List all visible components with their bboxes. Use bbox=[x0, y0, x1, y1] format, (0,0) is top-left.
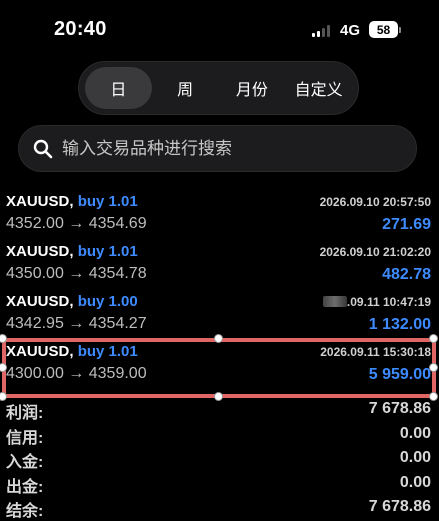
trade-prices: 4350.00 → 4354.78 bbox=[6, 265, 147, 282]
trade-time: 2026.09.10 21:02:20 bbox=[319, 245, 431, 259]
trade-symbol: XAUUSD, buy 1.00 bbox=[6, 293, 138, 310]
tab-month[interactable]: 月份 bbox=[219, 67, 286, 109]
trade-profit: 1 132.00 bbox=[368, 316, 431, 333]
summary-label: 结余: bbox=[6, 503, 44, 520]
trade-side: buy 1.01 bbox=[77, 193, 138, 210]
trade-row[interactable]: XAUUSD, buy 1.01 2026.09.10 20:57:50 435… bbox=[0, 190, 439, 240]
summary-label: 出金: bbox=[6, 478, 44, 496]
summary-label: 信用: bbox=[6, 429, 44, 447]
tab-week[interactable]: 周 bbox=[152, 67, 219, 109]
trade-time: 2026.09.11 15:30:18 bbox=[320, 345, 431, 359]
summary-value: 0.00 bbox=[399, 424, 431, 442]
summary-label: 利润: bbox=[6, 405, 44, 422]
status-bar: 20:40 4G 58 bbox=[0, 0, 439, 60]
trade-list: XAUUSD, buy 1.01 2026.09.10 20:57:50 435… bbox=[0, 190, 439, 390]
trade-time: 2026.09.10 20:57:50 bbox=[319, 195, 431, 209]
summary-value: 7 678.86 bbox=[368, 400, 431, 417]
trade-symbol: XAUUSD, buy 1.01 bbox=[6, 193, 138, 210]
period-selector: 日 周 月份 自定义 bbox=[78, 61, 359, 115]
network-type: 4G bbox=[340, 22, 361, 39]
resize-handle[interactable] bbox=[429, 334, 438, 343]
resize-handle[interactable] bbox=[214, 334, 223, 343]
summary-withdrawal: 出金: 0.00 bbox=[0, 472, 439, 497]
trade-prices: 4300.00 → 4359.00 bbox=[6, 365, 147, 382]
cellular-signal-icon bbox=[312, 24, 334, 37]
redaction-mark bbox=[322, 296, 347, 307]
search-icon bbox=[33, 139, 53, 158]
trade-profit: 482.78 bbox=[382, 266, 431, 283]
battery-cap bbox=[399, 27, 401, 33]
trade-row[interactable]: XAUUSD, buy 1.00 .09.11 10:47:19 4342.95… bbox=[0, 290, 439, 340]
trade-prices: 4352.00 → 4354.69 bbox=[6, 215, 147, 232]
summary-deposit: 入金: 0.00 bbox=[0, 447, 439, 472]
summary-balance: 结余: 7 678.86 bbox=[0, 496, 439, 521]
trade-profit: 271.69 bbox=[382, 216, 431, 233]
trade-side: buy 1.01 bbox=[77, 243, 138, 260]
account-summary: 利润: 7 678.86 信用: 0.00 入金: 0.00 出金: 0.00 … bbox=[0, 398, 439, 521]
tab-day[interactable]: 日 bbox=[85, 67, 152, 109]
battery-icon: 58 bbox=[369, 21, 398, 38]
summary-credit: 信用: 0.00 bbox=[0, 423, 439, 448]
trade-side: buy 1.01 bbox=[77, 343, 138, 360]
trade-row[interactable]: XAUUSD, buy 1.01 2026.09.10 21:02:20 435… bbox=[0, 240, 439, 290]
trade-symbol: XAUUSD, buy 1.01 bbox=[6, 243, 138, 260]
search-bar[interactable] bbox=[18, 125, 417, 172]
tab-custom[interactable]: 自定义 bbox=[285, 67, 352, 109]
trade-prices: 4342.95 → 4354.27 bbox=[6, 315, 147, 332]
trade-time: .09.11 10:47:19 bbox=[322, 295, 431, 309]
summary-value: 0.00 bbox=[399, 449, 431, 466]
summary-profit: 利润: 7 678.86 bbox=[0, 398, 439, 423]
trade-history-screen: 20:40 4G 58 日 周 月份 自定义 XAUUSD, buy 1.01 … bbox=[0, 0, 439, 521]
trade-profit: 5 959.00 bbox=[368, 366, 431, 383]
trade-side: buy 1.00 bbox=[77, 293, 138, 310]
search-input[interactable] bbox=[62, 138, 392, 159]
trade-row[interactable]: XAUUSD, buy 1.01 2026.09.11 15:30:18 430… bbox=[0, 340, 439, 390]
summary-value: 7 678.86 bbox=[368, 498, 431, 515]
battery-level: 58 bbox=[376, 22, 391, 37]
trade-symbol: XAUUSD, buy 1.01 bbox=[6, 343, 138, 360]
summary-value: 0.00 bbox=[399, 473, 431, 491]
status-time: 20:40 bbox=[54, 18, 107, 40]
summary-label: 入金: bbox=[6, 454, 44, 471]
resize-handle[interactable] bbox=[429, 363, 438, 372]
